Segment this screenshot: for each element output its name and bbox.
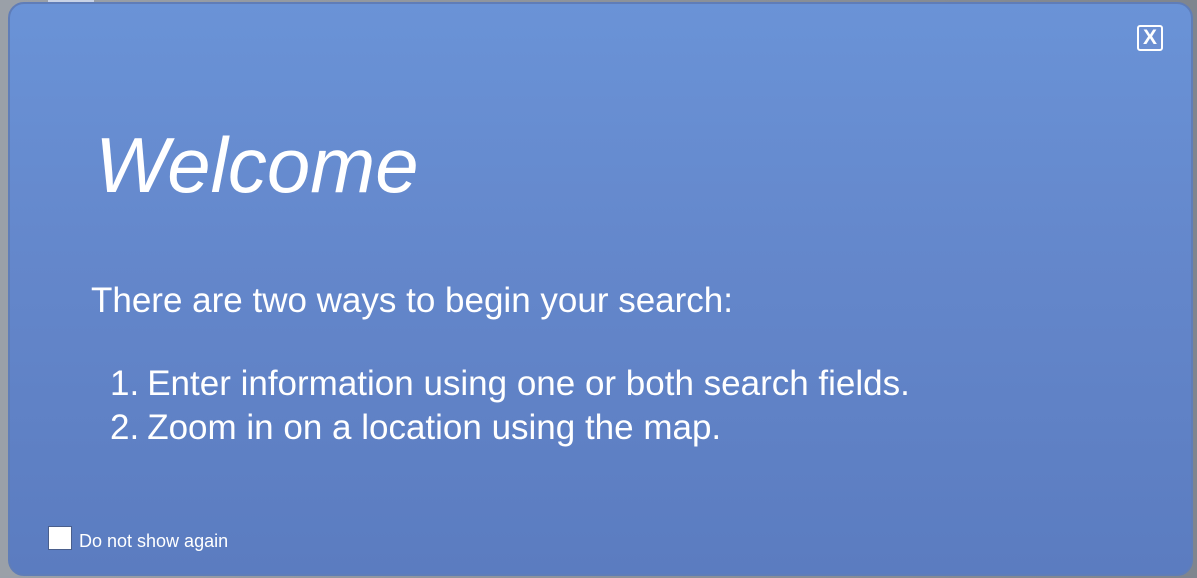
dialog-title: Welcome: [95, 121, 419, 209]
step-number: 1.: [110, 364, 140, 403]
intro-text: There are two ways to begin your search:: [91, 281, 733, 320]
dont-show-again-checkbox[interactable]: [48, 526, 72, 550]
dont-show-again-option[interactable]: Do not show again: [48, 526, 228, 551]
step-text: Enter information using one or both sear…: [147, 364, 910, 403]
list-item: 1. Enter information using one or both se…: [110, 362, 910, 406]
step-number: 2.: [110, 408, 140, 447]
steps-list: 1. Enter information using one or both se…: [110, 362, 910, 450]
dont-show-again-label[interactable]: Do not show again: [79, 531, 228, 551]
close-icon[interactable]: X: [1137, 25, 1163, 51]
welcome-dialog: X Welcome There are two ways to begin yo…: [8, 2, 1193, 576]
step-text: Zoom in on a location using the map.: [147, 408, 722, 447]
list-item: 2. Zoom in on a location using the map.: [110, 406, 910, 450]
